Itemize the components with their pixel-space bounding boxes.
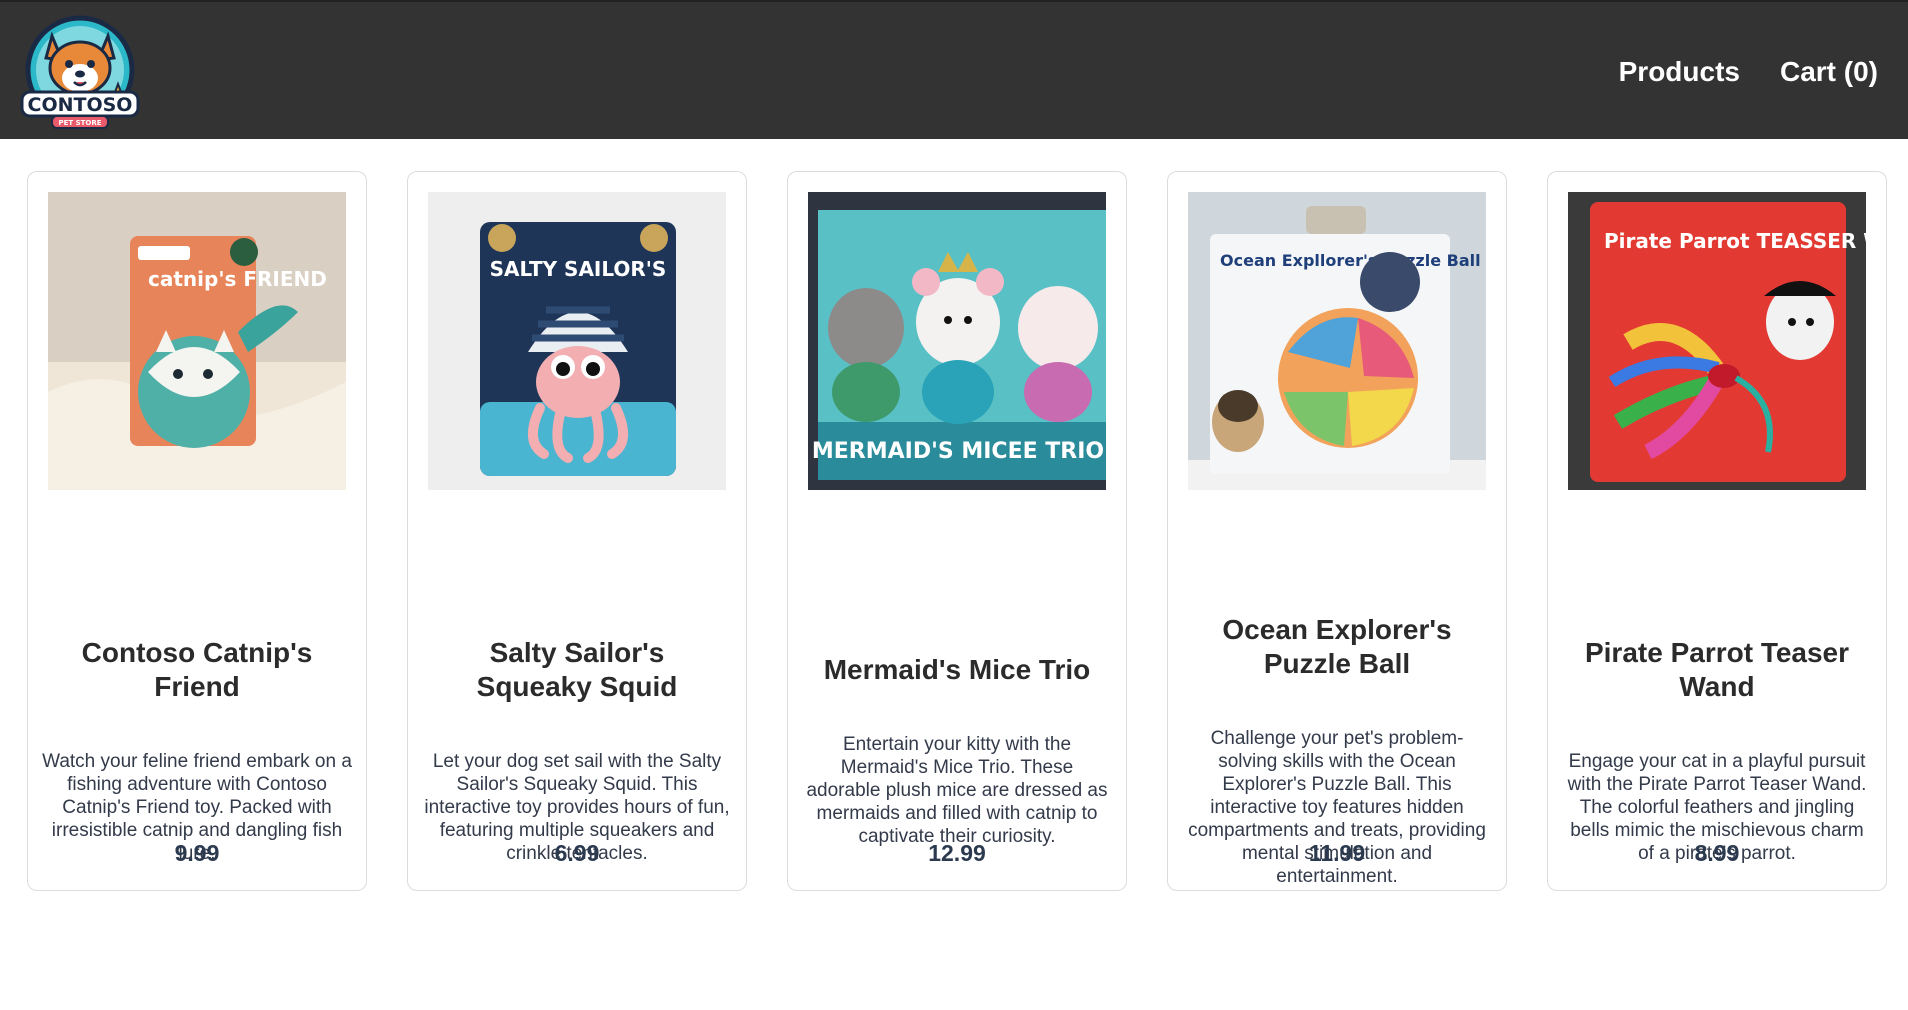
product-image[interactable]: Ocean Expllorer's Puzzle Ball — [1188, 192, 1486, 490]
product-title: Salty Sailor's Squeaky Squid — [476, 636, 678, 702]
product-image[interactable]: SALTY SAILOR'S — [428, 192, 726, 490]
product-price: 6.99 — [554, 840, 600, 866]
main-nav: Products Cart (0) — [1619, 2, 1878, 141]
product-card[interactable]: SALTY SAILOR'S Salty Sailor's Squeaky Sq… — [407, 171, 747, 891]
product-title: Ocean Explorer's Puzzle Ball — [1222, 613, 1452, 679]
image-label: SALTY SAILOR'S — [490, 257, 667, 281]
image-label: Ocean Expllorer's Puzzle Ball — [1220, 251, 1481, 270]
product-image[interactable]: Pirate Parrot TEASSER WAND — [1568, 192, 1866, 490]
product-price: 9.99 — [174, 840, 220, 866]
nav-cart-link[interactable]: Cart (0) — [1780, 56, 1878, 88]
image-label: Pirate Parrot TEASSER WAND — [1604, 229, 1866, 253]
product-title: Contoso Catnip's Friend — [81, 636, 313, 702]
product-title: Mermaid's Mice Trio — [823, 653, 1091, 685]
product-image[interactable]: MERMAID'S MICEE TRIO — [808, 192, 1106, 490]
product-description: Entertain your kitty with the Mermaid's … — [806, 733, 1108, 847]
logo-text: CONTOSO — [28, 94, 133, 116]
contoso-logo[interactable]: CONTOSO PET STORE — [18, 14, 142, 130]
product-card[interactable]: Pirate Parrot TEASSER WAND Pirate Parrot… — [1547, 171, 1887, 891]
image-label: MERMAID'S MICEE TRIO — [812, 439, 1104, 464]
nav-products-link[interactable]: Products — [1619, 56, 1740, 88]
product-grid: catnip's FRIEND Contoso Catnip's Friend … — [27, 171, 1887, 891]
product-price: 11.99 — [1308, 840, 1366, 866]
product-title: Pirate Parrot Teaser Wand — [1584, 636, 1850, 702]
product-card[interactable]: MERMAID'S MICEE TRIO Mermaid's Mice Trio… — [787, 171, 1127, 891]
product-card[interactable]: Ocean Expllorer's Puzzle Ball Ocean Expl… — [1167, 171, 1507, 891]
top-navbar: CONTOSO PET STORE Products Cart (0) — [0, 0, 1908, 139]
logo-subtext: PET STORE — [58, 119, 101, 127]
product-price: 12.99 — [928, 840, 986, 866]
product-image[interactable]: catnip's FRIEND — [48, 192, 346, 490]
product-card[interactable]: catnip's FRIEND Contoso Catnip's Friend … — [27, 171, 367, 891]
image-label: catnip's FRIEND — [148, 267, 327, 291]
product-price: 8.99 — [1694, 840, 1740, 866]
